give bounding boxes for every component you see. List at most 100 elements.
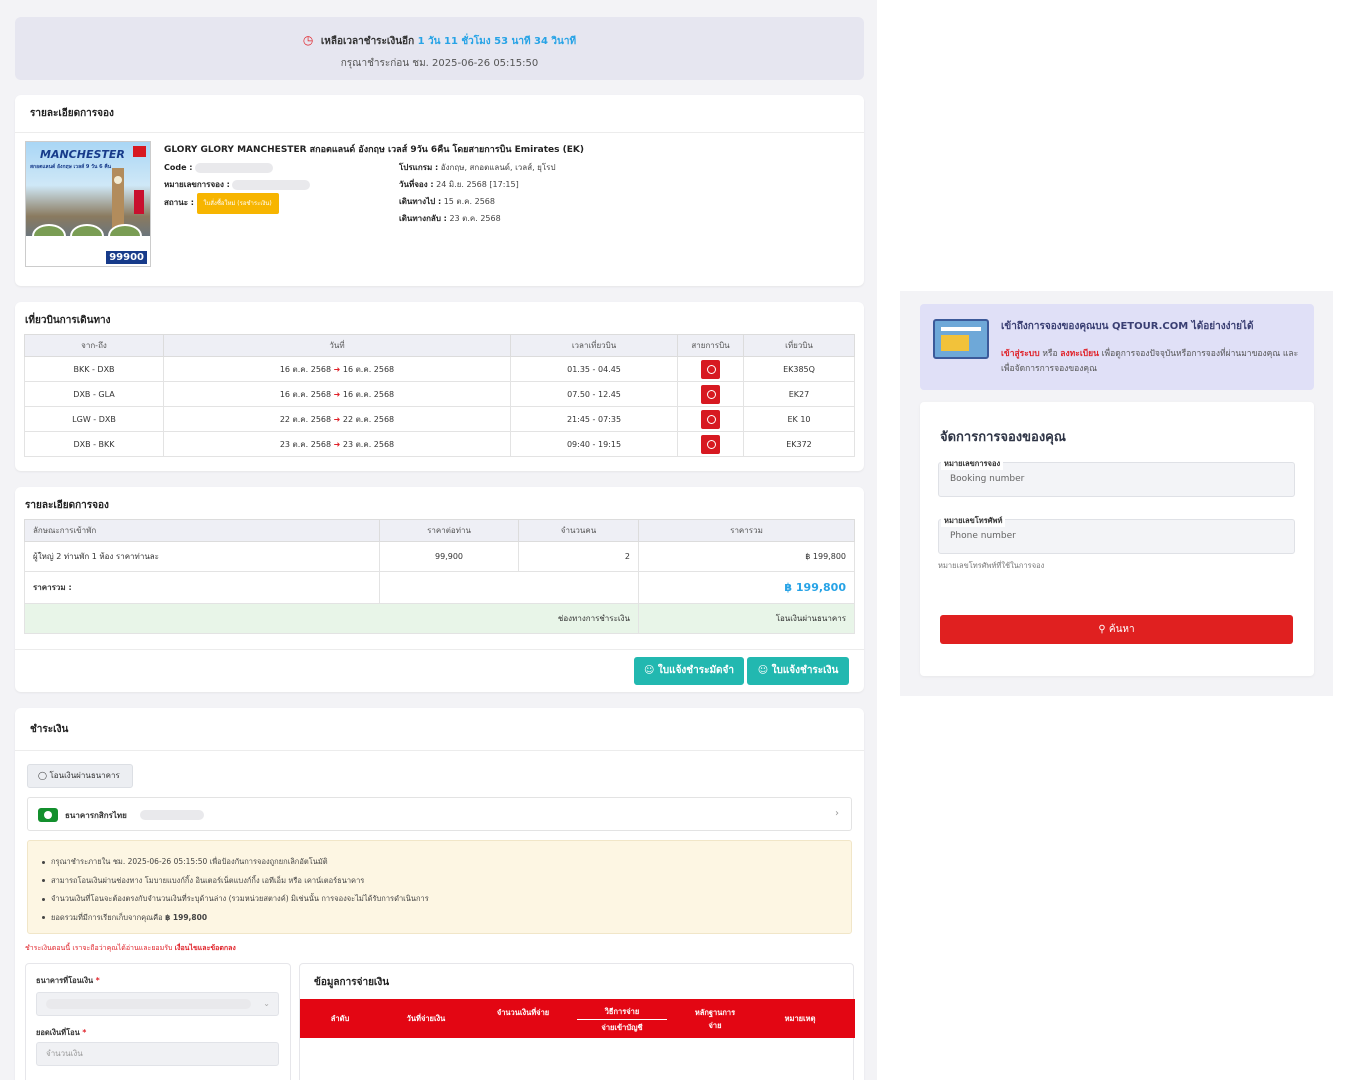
- pricing-card: รายละเอียดการจอง ลักษณะการเข้าพัก ราคาต่…: [15, 487, 864, 692]
- booking-meta-right: โปรแกรม : อังกฤษ, สกอตแลนด์, เวลส์, ยุโร…: [399, 159, 556, 227]
- flight-date-from: 16 ต.ค. 2568: [279, 364, 332, 374]
- flights-card: เที่ยวบินการเดินทาง จาก-ถึง วันที่ เวลาเ…: [15, 302, 864, 471]
- notice-item: จำนวนเงินที่โอนจะต้องตรงกับจำนวนเงินที่ร…: [51, 894, 429, 903]
- tab-bank-transfer[interactable]: ◯ โอนเงินผ่านธนาคาร: [27, 764, 133, 788]
- required-mark: *: [82, 1028, 87, 1037]
- login-promo: เข้าถึงการจองของคุณบน QETOUR.COM ได้อย่า…: [920, 304, 1314, 390]
- booking-details-card: รายละเอียดการจอง MANCHESTER สกอตแลนด์ อั…: [15, 95, 864, 286]
- form-bank-label: ธนาคารที่โอนเงิน *: [36, 975, 100, 987]
- pricing-divider: [15, 649, 864, 650]
- status-badge: ใบสั่งซื้อใหม่ (รอชำระเงิน): [196, 193, 279, 214]
- arrow-right-icon: ➜: [333, 389, 341, 399]
- flight-row: DXB - GLA 16 ต.ค. 2568 ➜ 16 ต.ค. 2568 07…: [24, 381, 855, 407]
- promo-text: เข้าสู่ระบบ หรือ ลงทะเบียน เพื่อดูการจอง…: [1001, 347, 1306, 377]
- booking-meta-left: Code : หมายเลขการจอง : สถานะ : ใบสั่งซื้…: [164, 159, 311, 214]
- tour-title: GLORY GLORY MANCHESTER สกอตแลนด์ อังกฤษ …: [164, 145, 584, 155]
- timer-remaining: 1 วัน 11 ชั่วโมง 53 นาที 34 วินาที: [417, 36, 577, 47]
- col-date: วันที่จ่ายเงิน: [406, 1014, 446, 1023]
- browser-cursor-icon: [933, 319, 989, 359]
- program-label: โปรแกรม :: [399, 163, 439, 172]
- flight-date-from: 22 ต.ค. 2568: [279, 414, 332, 424]
- bullet: [42, 916, 45, 919]
- deposit-invoice-button[interactable]: ☺ ใบแจ้งชำระมัดจำ: [634, 657, 744, 685]
- flight-date-from: 23 ต.ค. 2568: [279, 439, 332, 449]
- return-value: 23 ต.ค. 2568: [449, 214, 501, 223]
- arrow-right-icon: ➜: [333, 439, 341, 449]
- form-bank-label-text: ธนาคารที่โอนเงิน: [36, 976, 94, 985]
- payment-timer-banner: ◷ เหลือเวลาชำระเงินอีก 1 วัน 11 ชั่วโมง …: [15, 17, 864, 80]
- flights-table: จาก-ถึง วันที่ เวลาเที่ยวบิน สายการบิน เ…: [24, 334, 855, 457]
- col-method-top: วิธีการจ่าย: [577, 1005, 667, 1020]
- flight-airline: [677, 381, 744, 407]
- flight-date-from: 16 ต.ค. 2568: [279, 389, 332, 399]
- phone-number-label: หมายเลขโทรศัพท์: [941, 515, 1006, 527]
- return-label: เดินทางกลับ :: [399, 214, 447, 223]
- notice-total-value: ฿ 199,800: [165, 912, 208, 922]
- pricing-unit: 99,900: [379, 541, 519, 572]
- notice-total-prefix: ยอดรวมที่มีการเรียกเก็บจากคุณคือ: [51, 912, 163, 922]
- flight-route: DXB - BKK: [24, 431, 164, 457]
- payment-invoice-button[interactable]: ☺ ใบแจ้งชำระเงิน: [747, 657, 849, 685]
- flight-date: 16 ต.ค. 2568 ➜ 16 ต.ค. 2568: [163, 381, 511, 407]
- transfer-form: ธนาคารที่โอนเงิน * ⌄ ยอดเงินที่โอน * จำน…: [25, 963, 291, 1080]
- pricing-total: ฿ 199,800: [638, 541, 855, 572]
- sum-spacer: [379, 571, 639, 604]
- depart-value: 15 ต.ค. 2568: [443, 197, 495, 206]
- phone-hint: หมายเลขโทรศัพท์ที่ใช้ในการจอง: [938, 561, 1045, 570]
- login-link[interactable]: เข้าสู่ระบบ: [1001, 349, 1040, 359]
- arrow-right-icon: ➜: [333, 414, 341, 424]
- bank-account-row[interactable]: ธนาคารกสิกรไทย ›: [27, 797, 852, 831]
- terms-note-text: ชำระเงินตอนนี้ เราจะถือว่าคุณได้อ่านและย…: [25, 944, 173, 952]
- payment-info-card: ข้อมูลการจ่ายเงิน ลำดับ วันที่จ่ายเงิน จ…: [299, 963, 855, 1080]
- bank-name: ธนาคารกสิกรไทย: [65, 811, 127, 820]
- booking-no-redacted: [232, 179, 311, 190]
- bank-select-redacted: [46, 998, 251, 1009]
- emirates-logo-icon: [133, 146, 146, 157]
- search-button-label: ค้นหา: [1108, 624, 1135, 635]
- booking-panel: ◷ เหลือเวลาชำระเงินอีก 1 วัน 11 ชั่วโมง …: [0, 0, 877, 1080]
- booked-value: 24 มิ.ย. 2568 [17:15]: [436, 180, 519, 189]
- amount-input[interactable]: จำนวนเงิน: [36, 1042, 279, 1066]
- terms-link[interactable]: เงื่อนไขและข้อตกลง: [175, 944, 236, 952]
- pricing-table: ลักษณะการเข้าพัก ราคาต่อท่าน จำนวนคน ราค…: [24, 519, 855, 634]
- timer-prefix: เหลือเวลาชำระเงินอีก: [320, 36, 415, 47]
- code-value-redacted: [195, 162, 274, 173]
- pricing-col-qty: จำนวนคน: [518, 519, 639, 542]
- pricing-col-total: ราคารวม: [638, 519, 855, 542]
- thumb-subtitle: สกอตแลนด์ อังกฤษ เวลส์ 9 วัน 6 คืน: [30, 164, 112, 170]
- payment-notice: กรุณาชำระภายใน ชม. 2025-06-26 05:15:50 เ…: [27, 840, 852, 934]
- tour-thumbnail[interactable]: MANCHESTER สกอตแลนด์ อังกฤษ เวลส์ 9 วัน …: [25, 141, 151, 267]
- flights-col-route: จาก-ถึง: [24, 334, 164, 357]
- thumb-title: MANCHESTER: [40, 148, 125, 161]
- promo-title: เข้าถึงการจองของคุณบน QETOUR.COM ได้อย่า…: [1001, 321, 1254, 332]
- manage-booking-card: จัดการการจองของคุณ Booking number หมายเล…: [920, 402, 1314, 676]
- pricing-sum-row: ราคารวม : ฿ 199,800: [24, 571, 855, 604]
- search-icon: ⚲: [1098, 624, 1106, 635]
- payment-heading: ชำระเงิน: [15, 708, 864, 751]
- channel-label: ช่องทางการชำระเงิน: [24, 603, 639, 634]
- payment-info-header: ลำดับ วันที่จ่ายเงิน จำนวนเงินที่จ่าย วิ…: [300, 999, 855, 1038]
- flight-route: BKK - DXB: [24, 356, 164, 382]
- flight-route: LGW - DXB: [24, 406, 164, 432]
- user-icon: ☺: [757, 665, 769, 676]
- col-amount: จำนวนเงินที่จ่าย: [496, 1008, 550, 1017]
- flights-col-airline: สายการบิน: [677, 334, 744, 357]
- flight-time: 01.35 - 04.45: [510, 356, 678, 382]
- program-value: อังกฤษ, สกอตแลนด์, เวลส์, ยุโรป: [440, 163, 556, 172]
- flight-date: 23 ต.ค. 2568 ➜ 23 ต.ค. 2568: [163, 431, 511, 457]
- pricing-heading: รายละเอียดการจอง: [25, 500, 109, 511]
- pricing-col-unit: ราคาต่อท่าน: [379, 519, 519, 542]
- flight-airline: [677, 406, 744, 432]
- flight-airline: [677, 431, 744, 457]
- pricing-col-desc: ลักษณะการเข้าพัก: [24, 519, 380, 542]
- flight-number: EK372: [743, 431, 855, 457]
- arrow-right-icon: ➜: [333, 364, 341, 374]
- col-note: หมายเหตุ: [784, 1014, 816, 1023]
- code-label: Code :: [164, 163, 193, 172]
- depart-label: เดินทางไป :: [399, 197, 442, 206]
- register-link[interactable]: ลงทะเบียน: [1060, 349, 1099, 359]
- search-button[interactable]: ⚲ ค้นหา: [940, 615, 1293, 644]
- promo-or: หรือ: [1042, 349, 1058, 359]
- flight-time: 21:45 - 07:35: [510, 406, 678, 432]
- bank-select[interactable]: ⌄: [36, 992, 279, 1016]
